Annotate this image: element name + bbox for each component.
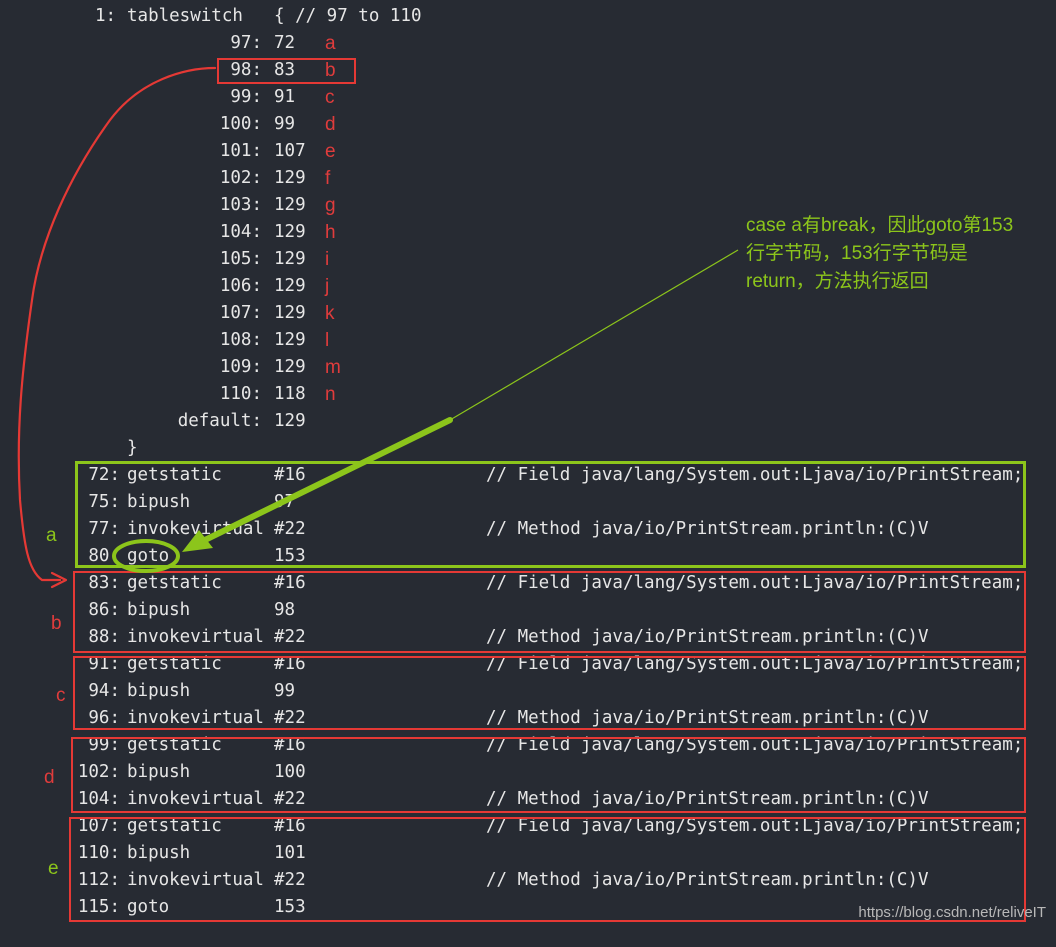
case-b-entry-highlight — [217, 58, 356, 84]
case-b-box — [73, 571, 1026, 653]
switch-target: 129 — [274, 222, 306, 242]
switch-key: 106: — [219, 276, 262, 296]
switch-entry: 103: 129 g — [0, 192, 400, 219]
switch-key: 107: — [219, 303, 262, 323]
switch-entry: 109: 129 m — [0, 354, 400, 381]
annotation-line-1: case a有break，因此goto第153 — [746, 215, 1014, 236]
switch-case-letter: m — [325, 357, 341, 378]
switch-entry: 97: 72 a — [0, 30, 400, 57]
switch-target: 129 — [274, 330, 306, 350]
switch-target: 129 — [274, 357, 306, 377]
switch-key: 109: — [219, 357, 262, 377]
switch-case-letter: c — [325, 87, 335, 108]
header-index: 1: — [95, 6, 117, 26]
switch-case-letter: k — [325, 303, 335, 324]
switch-case-letter: a — [325, 33, 336, 54]
switch-case-letter: f — [325, 168, 331, 189]
switch-entry: 110: 118 n — [0, 381, 400, 408]
switch-entry: 99: 91 c — [0, 84, 400, 111]
switch-target: 118 — [274, 384, 306, 404]
switch-case-letter: l — [325, 330, 330, 351]
switch-target: 107 — [274, 141, 306, 161]
switch-entry: 101: 107 e — [0, 138, 400, 165]
annotation-line-2: 行字节码，153行字节码是 — [746, 243, 968, 264]
switch-key: 110: — [219, 384, 262, 404]
switch-case-letter: i — [325, 249, 330, 270]
case-label-c: c — [56, 685, 66, 706]
switch-entry: 107: 129 k — [0, 300, 400, 327]
case-a-box — [75, 461, 1026, 568]
tableswitch-header: 1: tableswitch { // 97 to 110 — [0, 3, 1056, 30]
switch-target: 99 — [274, 114, 296, 134]
cut-off-line — [0, 920, 1056, 947]
switch-case-letter: h — [325, 222, 336, 243]
switch-entry: 100: 99 d — [0, 111, 400, 138]
case-label-a: a — [46, 525, 57, 546]
switch-key: 108: — [219, 330, 262, 350]
switch-target: 129 — [274, 249, 306, 269]
switch-case-letter: g — [325, 195, 336, 216]
switch-key: 102: — [219, 168, 262, 188]
switch-key: 100: — [219, 114, 262, 134]
switch-case-letter: d — [325, 114, 336, 135]
header-instruction: tableswitch — [127, 6, 243, 26]
switch-entry: 104: 129 h — [0, 219, 400, 246]
switch-case-letter: e — [325, 141, 336, 162]
switch-target: 129 — [274, 168, 306, 188]
closing-brace-line: } — [0, 435, 200, 462]
switch-case-letter: j — [325, 276, 330, 297]
switch-key: 97: — [230, 33, 262, 53]
switch-entry: 106: 129 j — [0, 273, 400, 300]
switch-target: 129 — [274, 411, 306, 431]
switch-entry: 108: 129 l — [0, 327, 400, 354]
case-d-box — [71, 737, 1026, 813]
switch-key: 103: — [219, 195, 262, 215]
switch-key: 101: — [219, 141, 262, 161]
switch-entry: 105: 129 i — [0, 246, 400, 273]
annotation-note: case a有break，因此goto第153 行字节码，153行字节码是 re… — [746, 212, 1056, 296]
switch-key: 99: — [230, 87, 262, 107]
case-c-box — [73, 656, 1026, 730]
switch-target: 72 — [274, 33, 296, 53]
switch-target: 129 — [274, 195, 306, 215]
watermark: https://blog.csdn.net/reliveIT — [858, 904, 1046, 921]
switch-entry: default: 129 — [0, 408, 400, 435]
switch-entry: 102: 129 f — [0, 165, 400, 192]
note-pointer-line — [449, 249, 739, 421]
switch-key: 105: — [219, 249, 262, 269]
closing-brace: } — [127, 438, 138, 458]
header-comment: { // 97 to 110 — [274, 6, 422, 26]
case-label-b: b — [51, 613, 62, 634]
switch-target: 129 — [274, 303, 306, 323]
switch-target: 91 — [274, 87, 296, 107]
switch-target: 129 — [274, 276, 306, 296]
case-label-d: d — [44, 767, 55, 788]
switch-case-letter: n — [325, 384, 336, 405]
switch-key: default: — [177, 411, 262, 431]
switch-key: 104: — [219, 222, 262, 242]
case-label-e: e — [48, 858, 59, 879]
annotation-line-3: return，方法执行返回 — [746, 271, 929, 292]
